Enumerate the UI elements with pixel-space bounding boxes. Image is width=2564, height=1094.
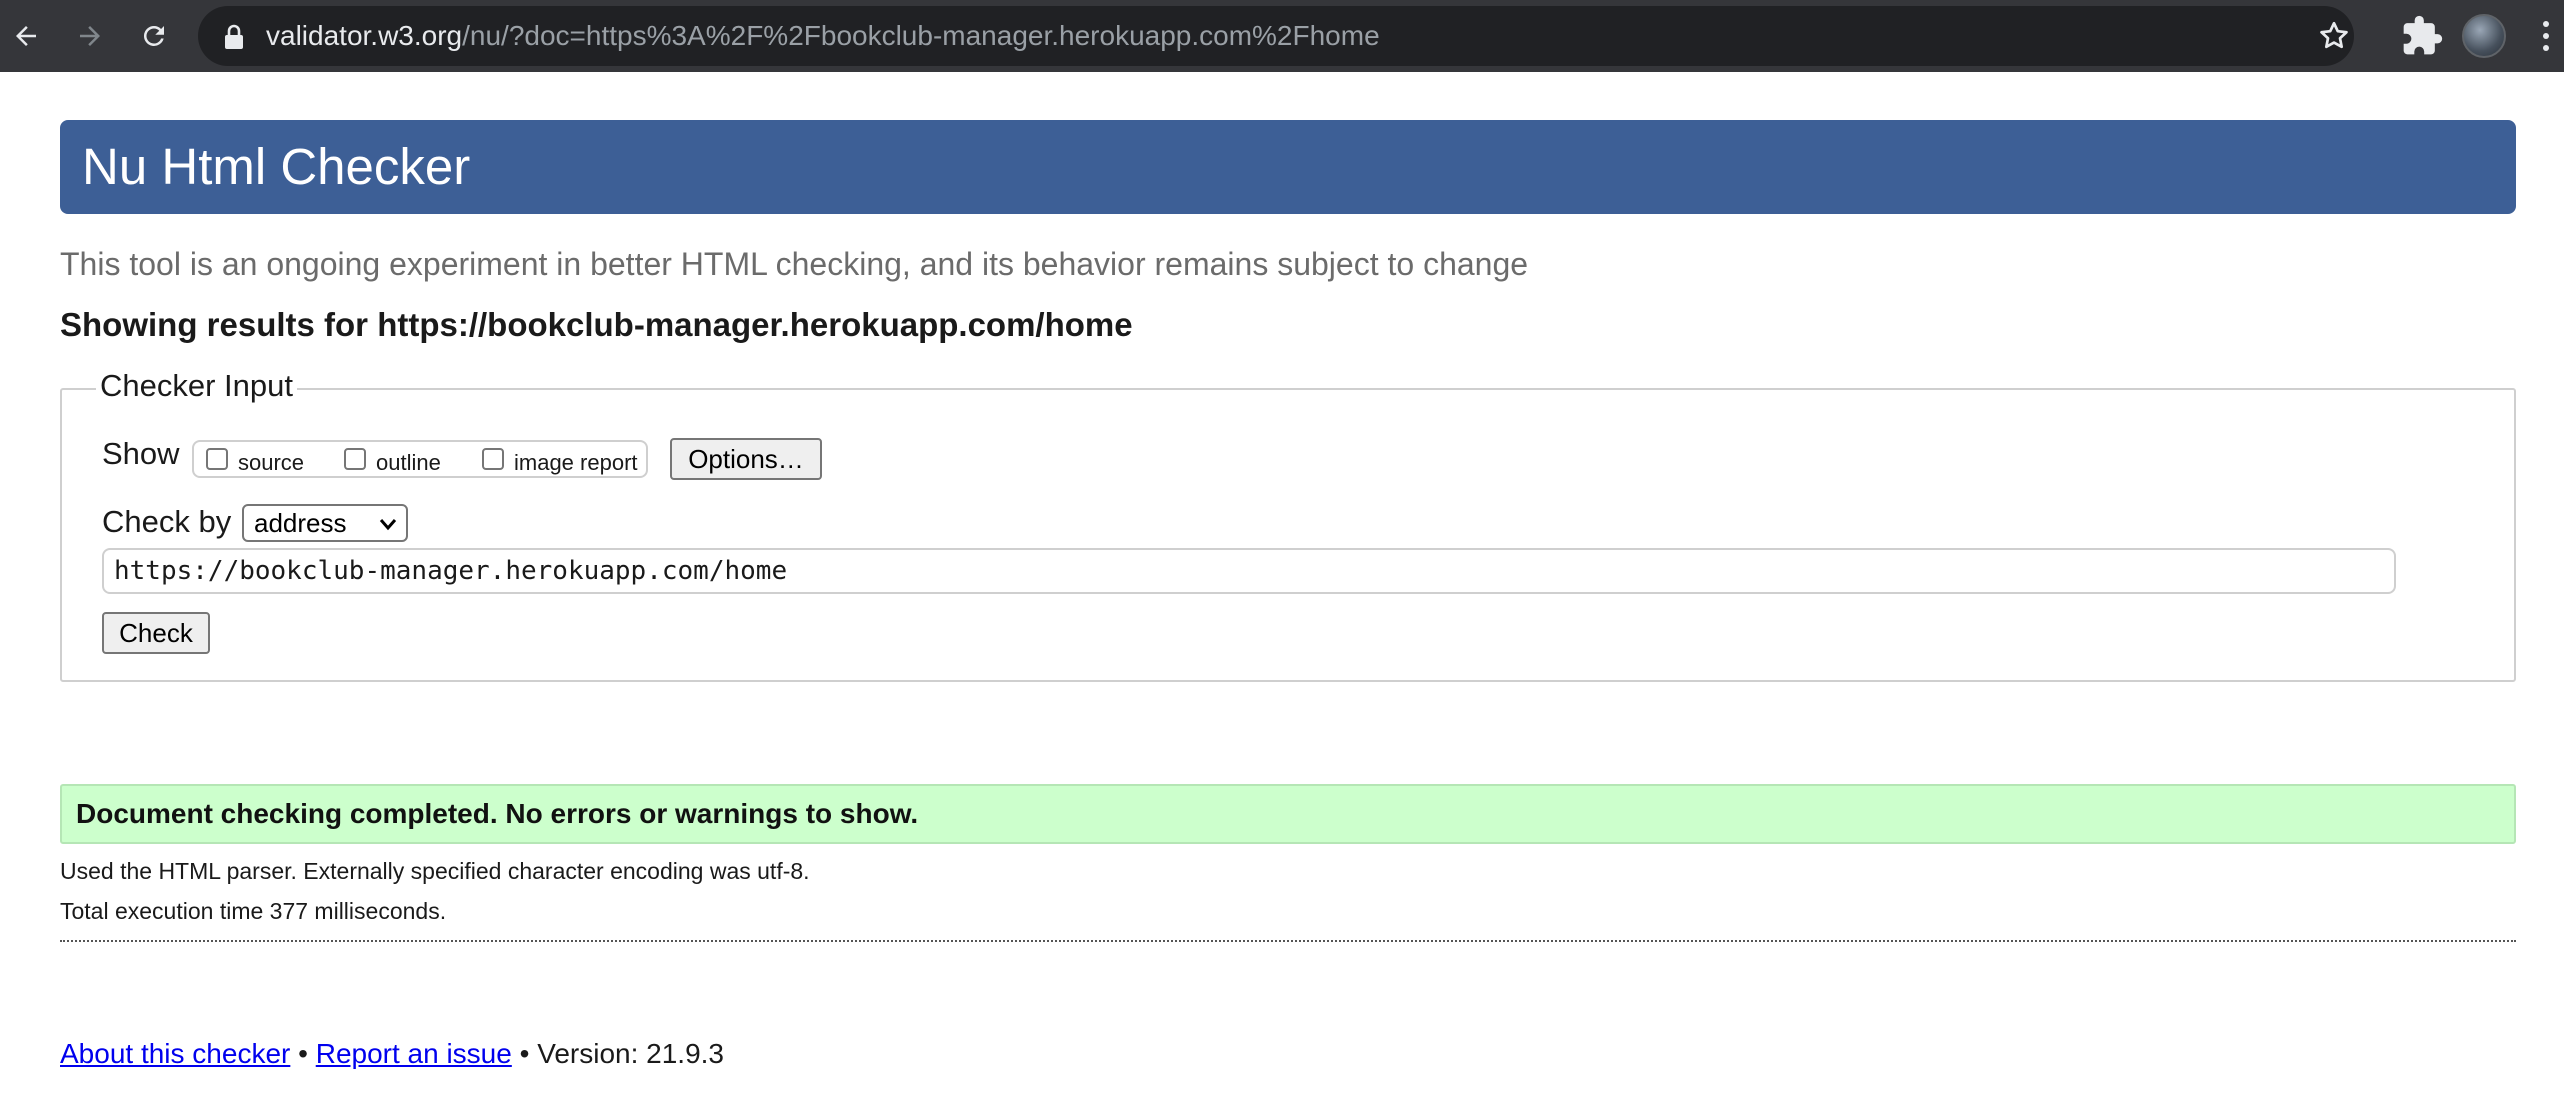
footer-separator: • xyxy=(519,1038,530,1069)
success-message: Document checking completed. No errors o… xyxy=(76,798,919,829)
parser-info: Used the HTML parser. Externally specifi… xyxy=(60,858,810,884)
source-checkbox[interactable] xyxy=(206,448,228,470)
version-text: Version: 21.9.3 xyxy=(537,1038,725,1069)
url-text: validator.w3.org/nu/?doc=https%3A%2F%2Fb… xyxy=(266,6,1380,66)
browser-toolbar: validator.w3.org/nu/?doc=https%3A%2F%2Fb… xyxy=(0,0,2564,72)
results-heading: Showing results for https://bookclub-man… xyxy=(60,306,1133,343)
back-arrow-icon[interactable] xyxy=(2,12,50,60)
address-bar[interactable]: validator.w3.org/nu/?doc=https%3A%2F%2Fb… xyxy=(198,6,2354,66)
lock-icon xyxy=(222,24,246,50)
url-host: validator.w3.org xyxy=(266,20,463,51)
page-title: Nu Html Checker xyxy=(82,138,471,195)
check-by-label: Check by xyxy=(102,504,232,539)
checker-input-legend: Checker Input xyxy=(96,368,297,404)
image-report-checkbox[interactable] xyxy=(482,448,504,470)
address-input-value: https://bookclub-manager.herokuapp.com/h… xyxy=(114,556,788,586)
kebab-menu-icon[interactable] xyxy=(2536,16,2556,56)
show-label: Show xyxy=(102,436,180,471)
execution-time: Total execution time 377 milliseconds. xyxy=(60,898,447,924)
check-by-select[interactable]: address xyxy=(242,504,408,542)
footer-separator: • xyxy=(298,1038,308,1069)
outline-checkbox[interactable] xyxy=(344,448,366,470)
checker-input-fieldset xyxy=(60,388,2516,682)
options-button[interactable]: Options… xyxy=(670,438,822,480)
about-link[interactable]: About this checker xyxy=(60,1038,290,1069)
address-input[interactable]: https://bookclub-manager.herokuapp.com/h… xyxy=(102,548,2396,594)
report-issue-link[interactable]: Report an issue xyxy=(316,1038,512,1069)
check-by-value: address xyxy=(254,508,347,538)
tagline: This tool is an ongoing experiment in be… xyxy=(60,246,1529,282)
divider xyxy=(60,940,2516,942)
star-icon[interactable] xyxy=(2316,18,2352,54)
puzzle-icon[interactable] xyxy=(2400,14,2444,58)
image-report-checkbox-label[interactable]: image report xyxy=(514,450,638,476)
success-message-box: Document checking completed. No errors o… xyxy=(60,784,2516,844)
url-path: /nu/?doc=https%3A%2F%2Fbookclub-manager.… xyxy=(462,20,1380,51)
source-checkbox-label[interactable]: source xyxy=(238,450,304,476)
outline-checkbox-label[interactable]: outline xyxy=(376,450,441,476)
forward-arrow-icon[interactable] xyxy=(66,12,114,60)
reload-icon[interactable] xyxy=(130,12,178,60)
avatar[interactable] xyxy=(2462,14,2506,58)
header-banner: Nu Html Checker xyxy=(60,120,2516,214)
check-button[interactable]: Check xyxy=(102,612,210,654)
footer: About this checker • Report an issue • V… xyxy=(60,1038,724,1070)
chevron-down-icon xyxy=(378,514,398,534)
show-options-group: source outline image report xyxy=(192,440,648,478)
